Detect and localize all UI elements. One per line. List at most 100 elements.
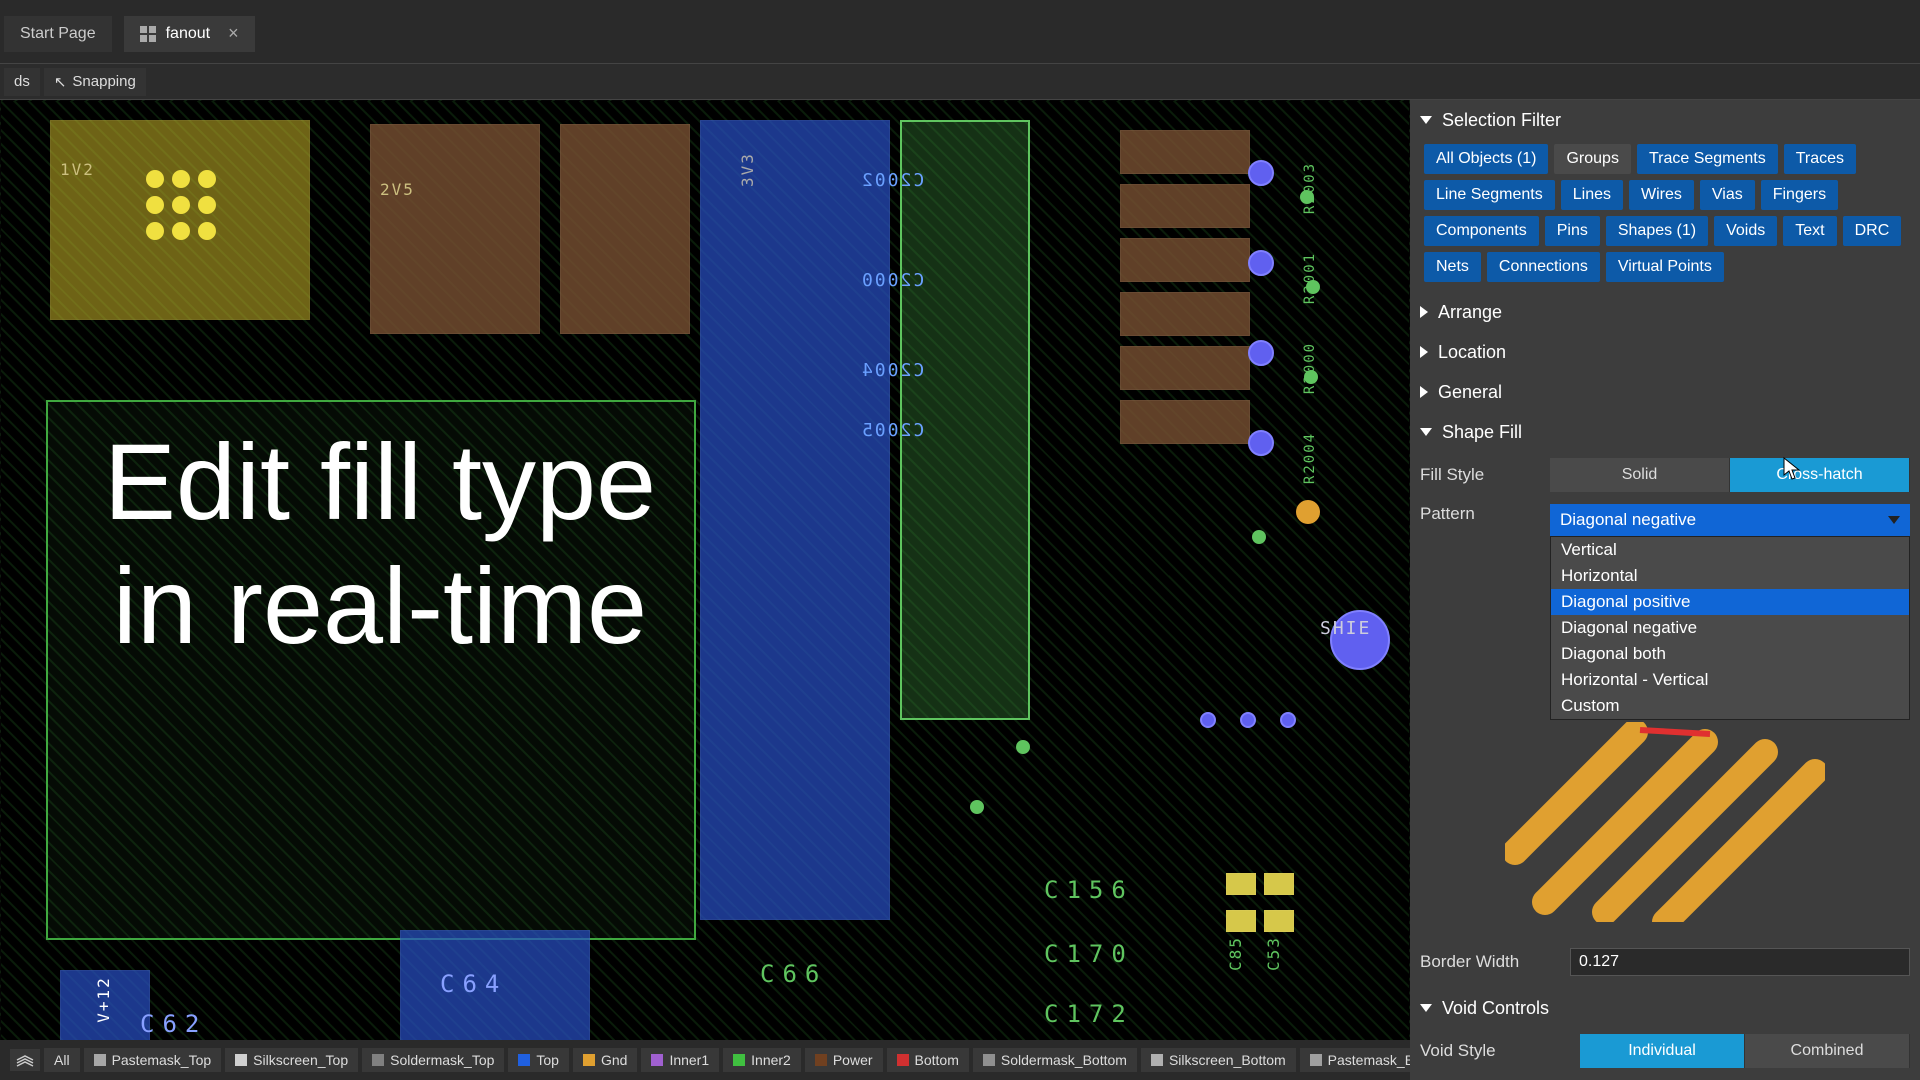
dropdown-selected: Diagonal negative xyxy=(1560,510,1696,530)
section-arrange[interactable]: Arrange xyxy=(1420,292,1910,332)
layer-visibility-icon[interactable] xyxy=(10,1049,40,1071)
tab-start-page[interactable]: Start Page xyxy=(4,16,112,52)
section-general[interactable]: General xyxy=(1420,372,1910,412)
filter-chip[interactable]: Groups xyxy=(1554,144,1630,174)
layer-label: Pastemask_Bott xyxy=(1328,1052,1410,1068)
pattern-option[interactable]: Horizontal - Vertical xyxy=(1551,667,1909,693)
color-swatch xyxy=(815,1054,827,1066)
close-icon[interactable]: × xyxy=(228,23,239,44)
layer-item[interactable]: Top xyxy=(508,1048,569,1072)
section-location[interactable]: Location xyxy=(1420,332,1910,372)
pcb-ref: 2V5 xyxy=(380,180,415,199)
tab-label: fanout xyxy=(166,25,210,43)
filter-chip[interactable]: Trace Segments xyxy=(1637,144,1778,174)
pattern-dropdown[interactable]: Diagonal negative VerticalHorizontalDiag… xyxy=(1550,504,1910,536)
fill-style-solid[interactable]: Solid xyxy=(1550,458,1730,492)
border-width-input[interactable] xyxy=(1570,948,1910,976)
pcb-ref: C66 xyxy=(760,960,827,988)
filter-chip[interactable]: Nets xyxy=(1424,252,1481,282)
pattern-option[interactable]: Custom xyxy=(1551,693,1909,719)
layer-label: Soldermask_Top xyxy=(390,1052,494,1068)
layer-item[interactable]: Power xyxy=(805,1048,883,1072)
filter-chip[interactable]: Text xyxy=(1783,216,1836,246)
pcb-ref: C64 xyxy=(440,970,507,998)
filter-chip[interactable]: Fingers xyxy=(1761,180,1838,210)
filter-chip[interactable]: Connections xyxy=(1487,252,1600,282)
pattern-option[interactable]: Diagonal positive xyxy=(1551,589,1909,615)
layer-item[interactable]: Pastemask_Bott xyxy=(1300,1048,1410,1072)
chevron-right-icon xyxy=(1420,386,1428,398)
color-swatch xyxy=(518,1054,530,1066)
pcb-ref: R2000 xyxy=(1302,342,1318,394)
tab-bar: Start Page fanout × xyxy=(0,4,1920,64)
layer-item[interactable]: Gnd xyxy=(573,1048,637,1072)
pcb-ref: 1V2 xyxy=(60,160,95,179)
pcb-ref: C2002 xyxy=(860,170,924,191)
filter-chip[interactable]: Virtual Points xyxy=(1606,252,1724,282)
pcb-canvas[interactable]: C156 C170 C172 C64 1V2 2V5 3V3 V+12 C66 … xyxy=(0,100,1410,1080)
pcb-ref: C2004 xyxy=(860,360,924,381)
filter-chip[interactable]: All Objects (1) xyxy=(1424,144,1548,174)
color-swatch xyxy=(235,1054,247,1066)
layer-item[interactable]: Silkscreen_Bottom xyxy=(1141,1048,1296,1072)
pcb-ref: C170 xyxy=(1044,940,1134,968)
chevron-down-icon xyxy=(1420,428,1432,436)
layer-item[interactable]: Pastemask_Top xyxy=(84,1048,222,1072)
color-swatch xyxy=(651,1054,663,1066)
layer-all[interactable]: All xyxy=(44,1048,80,1072)
layer-item[interactable]: Soldermask_Bottom xyxy=(973,1048,1137,1072)
layer-label: Silkscreen_Top xyxy=(253,1052,348,1068)
pcb-ref: SHIE xyxy=(1320,618,1371,639)
layer-item[interactable]: Bottom xyxy=(887,1048,969,1072)
pattern-option[interactable]: Vertical xyxy=(1551,537,1909,563)
layer-label: Power xyxy=(833,1052,873,1068)
layer-item[interactable]: Inner1 xyxy=(641,1048,719,1072)
tool-snapping[interactable]: ↖ Snapping xyxy=(44,68,146,96)
tool-ds[interactable]: ds xyxy=(4,68,40,96)
section-void-controls[interactable]: Void Controls xyxy=(1420,988,1910,1028)
filter-chip[interactable]: Vias xyxy=(1700,180,1755,210)
pcb-ref: C85 xyxy=(1226,936,1245,971)
pcb-ref: C2005 xyxy=(860,420,924,441)
section-shape-fill[interactable]: Shape Fill xyxy=(1420,412,1910,452)
filter-chip[interactable]: Pins xyxy=(1545,216,1600,246)
layer-bar: All Pastemask_Top Silkscreen_Top Soldermas… xyxy=(0,1040,1410,1080)
filter-chip[interactable]: DRC xyxy=(1843,216,1902,246)
pcb-ref: R2003 xyxy=(1302,162,1318,214)
filter-chip[interactable]: Components xyxy=(1424,216,1539,246)
void-combined[interactable]: Combined xyxy=(1745,1034,1910,1068)
layer-item[interactable]: Soldermask_Top xyxy=(362,1048,504,1072)
pcb-ref: C156 xyxy=(1044,876,1134,904)
layer-label: Pastemask_Top xyxy=(112,1052,212,1068)
section-selection-filter[interactable]: Selection Filter xyxy=(1420,100,1910,140)
pcb-ref: 3V3 xyxy=(738,152,757,187)
chevron-down-icon xyxy=(1888,516,1900,524)
filter-chip[interactable]: Line Segments xyxy=(1424,180,1555,210)
pcb-ref: V+12 xyxy=(94,976,113,1023)
pcb-ref: C172 xyxy=(1044,1000,1134,1028)
pattern-option[interactable]: Diagonal both xyxy=(1551,641,1909,667)
layer-label: Soldermask_Bottom xyxy=(1001,1052,1127,1068)
color-swatch xyxy=(983,1054,995,1066)
layer-item[interactable]: Silkscreen_Top xyxy=(225,1048,358,1072)
pattern-option[interactable]: Diagonal negative xyxy=(1551,615,1909,641)
filter-chip[interactable]: Voids xyxy=(1714,216,1777,246)
filter-chip[interactable]: Traces xyxy=(1784,144,1856,174)
filter-chip[interactable]: Wires xyxy=(1629,180,1694,210)
void-individual[interactable]: Individual xyxy=(1580,1034,1745,1068)
layer-label: Inner2 xyxy=(751,1052,791,1068)
label-void-style: Void Style xyxy=(1420,1041,1570,1061)
fill-style-crosshatch[interactable]: Cross-hatch xyxy=(1730,458,1910,492)
pattern-option[interactable]: Horizontal xyxy=(1551,563,1909,589)
filter-chip[interactable]: Lines xyxy=(1561,180,1623,210)
filter-chip[interactable]: Shapes (1) xyxy=(1606,216,1708,246)
tab-fanout[interactable]: fanout × xyxy=(124,16,255,52)
layer-item[interactable]: Inner2 xyxy=(723,1048,801,1072)
color-swatch xyxy=(583,1054,595,1066)
tab-label: Start Page xyxy=(20,25,96,43)
chevron-down-icon xyxy=(1420,1004,1432,1012)
pcb-ref: R2004 xyxy=(1302,432,1318,484)
chevron-right-icon xyxy=(1420,346,1428,358)
label-border-width: Border Width xyxy=(1420,952,1560,972)
label-fill-style: Fill Style xyxy=(1420,465,1540,485)
